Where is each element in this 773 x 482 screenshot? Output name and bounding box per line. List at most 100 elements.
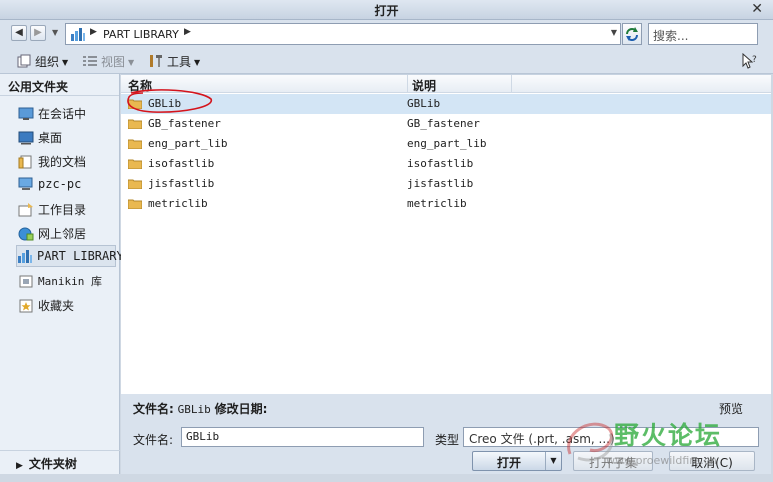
refresh-button[interactable] [622, 23, 642, 45]
open-label: 打开 [496, 456, 521, 470]
sidebar-item-session[interactable]: 在会话中 [18, 102, 118, 124]
sidebar-item-part-library[interactable]: PART LIBRARY [16, 245, 124, 267]
column-header: 名称 说明 [121, 75, 771, 93]
tools-menu[interactable]: 工具 ▼ [148, 53, 200, 70]
expand-icon: ▶ [16, 461, 23, 471]
svg-text:?: ? [752, 55, 757, 65]
file-description: isofastlib [407, 157, 474, 170]
sidebar-item-label: 我的文档 [38, 155, 87, 169]
window-title: 打开 [374, 4, 399, 18]
open-subset-button[interactable]: 打开子集 [573, 451, 653, 471]
breadcrumb-path[interactable]: PART LIBRARY [103, 28, 179, 41]
views-icon [83, 56, 97, 66]
toolbar: 组织 ▼ 视图 ▼ 工具 ▼ ? [0, 48, 773, 74]
library-icon [71, 28, 85, 41]
details-filename-value: GBLib [177, 403, 211, 416]
bottom-panel: 文件名: GBLib 修改日期: 预览 文件名: GBLib 类型 Creo 文… [121, 394, 771, 474]
filename-input[interactable]: GBLib [181, 427, 424, 447]
sidebar-item-working-dir[interactable]: 工作目录 [18, 198, 118, 220]
address-bar[interactable]: ▶ PART LIBRARY ▶ ▼ [65, 23, 621, 45]
computer-icon [18, 177, 33, 190]
breadcrumb-separator-icon: ▶ [90, 27, 97, 37]
forward-button[interactable]: ▶ [30, 25, 46, 41]
file-name: GB_fastener [148, 117, 221, 130]
column-divider[interactable] [407, 75, 408, 93]
folder-icon [128, 99, 142, 109]
context-help-icon[interactable]: ? [741, 52, 759, 72]
file-description: GB_fastener [407, 117, 480, 130]
search-input[interactable]: 搜索... [648, 23, 758, 45]
sidebar: 公用文件夹 在会话中 桌面 我的文档 pzc-pc 工作目录 网上邻居 PART… [0, 74, 124, 474]
close-icon[interactable]: ✕ [751, 1, 763, 17]
tools-label: 工具 [167, 55, 192, 69]
views-label: 视图 [101, 55, 126, 69]
desktop-icon [18, 131, 34, 145]
file-name: metriclib [148, 197, 208, 210]
manikin-library-icon [19, 275, 33, 288]
column-divider[interactable] [511, 75, 512, 93]
list-item[interactable]: GBLib GBLib [121, 94, 771, 114]
documents-icon [18, 155, 32, 169]
organize-menu[interactable]: 组织 ▼ [16, 53, 68, 70]
back-button[interactable]: ◀ [11, 25, 27, 41]
chevron-down-icon: ▼ [128, 58, 135, 67]
cancel-button[interactable]: 取消(C) [669, 451, 755, 471]
organize-label: 组织 [35, 55, 60, 69]
details-line: 文件名: GBLib 修改日期: [133, 400, 267, 417]
filename-label: 文件名: [133, 433, 174, 447]
breadcrumb-separator-icon[interactable]: ▶ [184, 27, 191, 37]
preview-toggle[interactable]: 预览 [719, 400, 743, 417]
file-name: GBLib [148, 97, 182, 110]
file-description: eng_part_lib [407, 137, 487, 150]
working-dir-icon [18, 203, 33, 217]
chevron-down-icon[interactable]: ▼ [545, 452, 561, 470]
list-item[interactable]: eng_part_lib eng_part_lib [121, 134, 771, 154]
title-bar: 打开 ✕ [0, 0, 773, 20]
sidebar-item-label: 网上邻居 [38, 227, 87, 241]
sidebar-item-label: Manikin 库 [38, 275, 102, 288]
sidebar-item-label: 工作目录 [38, 203, 87, 217]
sidebar-item-favorites[interactable]: 收藏夹 [18, 294, 118, 316]
sidebar-item-label: 收藏夹 [38, 299, 75, 313]
pointer-help-icon: ? [742, 52, 757, 69]
column-name[interactable]: 名称 [128, 77, 152, 94]
sidebar-item-label: pzc-pc [38, 177, 82, 191]
file-type-select[interactable]: Creo 文件 (.prt, .asm, ...) [463, 427, 759, 447]
list-item[interactable]: jisfastlib jisfastlib [121, 174, 771, 194]
list-item[interactable]: metriclib metriclib [121, 194, 771, 214]
details-filename-label: 文件名: [133, 402, 174, 416]
organize-icon [17, 54, 31, 68]
folder-icon [128, 139, 142, 149]
file-description: GBLib [407, 97, 441, 110]
sidebar-item-desktop[interactable]: 桌面 [18, 126, 118, 148]
sidebar-item-manikin-library[interactable]: Manikin 库 [18, 270, 118, 292]
tools-icon [150, 55, 162, 67]
sidebar-header: 公用文件夹 [0, 74, 119, 96]
sidebar-item-label: PART LIBRARY [37, 249, 124, 263]
sidebar-item-computer[interactable]: pzc-pc [18, 174, 118, 196]
column-description[interactable]: 说明 [412, 77, 436, 94]
history-dropdown-icon[interactable]: ▼ [52, 28, 58, 37]
sidebar-item-documents[interactable]: 我的文档 [18, 150, 118, 172]
list-item[interactable]: GB_fastener GB_fastener [121, 114, 771, 134]
file-name: eng_part_lib [148, 137, 228, 150]
favorites-icon [19, 299, 33, 313]
network-icon [18, 227, 34, 241]
chevron-down-icon: ▼ [62, 58, 69, 67]
folder-tree-label: 文件夹树 [28, 457, 77, 471]
folder-icon [128, 159, 142, 169]
sidebar-item-label: 在会话中 [38, 107, 87, 121]
folder-tree-toggle[interactable]: ▶ 文件夹树 [0, 450, 120, 474]
open-button[interactable]: 打开 ▼ [472, 451, 562, 471]
folder-icon [128, 179, 142, 189]
address-dropdown-icon[interactable]: ▼ [611, 28, 617, 37]
list-item[interactable]: isofastlib isofastlib [121, 154, 771, 174]
views-menu[interactable]: 视图 ▼ [82, 53, 134, 70]
refresh-icon [626, 27, 638, 41]
sidebar-item-network[interactable]: 网上邻居 [18, 222, 118, 244]
folder-icon [128, 199, 142, 209]
file-list: 名称 说明 GBLib GBLib GB_fastener GB_fastene… [121, 74, 771, 394]
file-description: metriclib [407, 197, 467, 210]
folder-icon [128, 119, 142, 129]
type-label: 类型 [435, 433, 460, 447]
